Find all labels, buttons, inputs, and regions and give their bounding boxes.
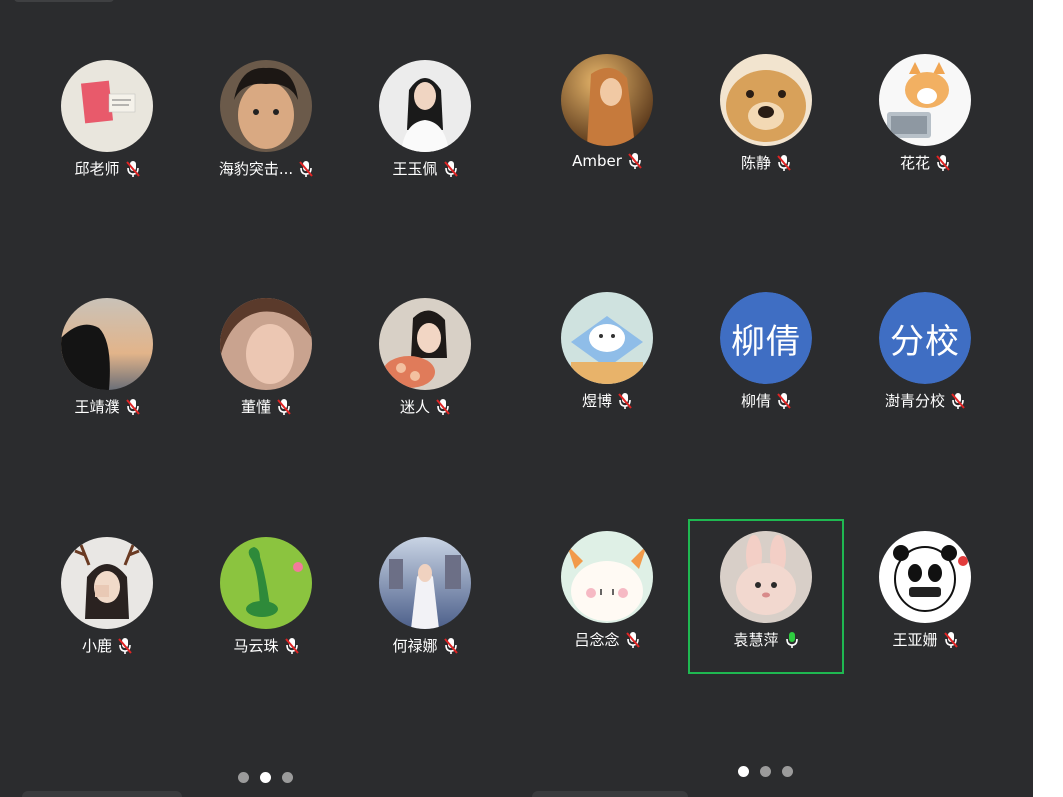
muted-mic-icon: [443, 160, 458, 178]
muted-mic-icon: [125, 398, 140, 416]
participant-tile[interactable]: 董懂: [186, 298, 346, 418]
participant-tile[interactable]: 何禄娜: [345, 537, 505, 657]
participant-name: 海豹突击...: [218, 160, 294, 178]
participant-tile[interactable]: 海豹突击...: [186, 60, 346, 180]
avatar: [220, 298, 312, 390]
avatar: [561, 292, 653, 384]
avatar: 分校: [879, 292, 971, 384]
page-dot[interactable]: [282, 772, 293, 783]
participant-name: 邱老师: [74, 160, 120, 178]
muted-mic-icon: [284, 637, 299, 655]
avatar: [379, 537, 471, 629]
avatar: [61, 298, 153, 390]
text-avatar: 柳倩: [720, 292, 812, 384]
bottom-bar-left: [22, 791, 182, 797]
page-dot-active[interactable]: [738, 766, 749, 777]
participant-tile[interactable]: 小鹿: [27, 537, 187, 657]
participant-tile[interactable]: 花花: [845, 54, 1005, 174]
participant-name: 小鹿: [81, 637, 112, 655]
participant-tile[interactable]: 邱老师: [27, 60, 187, 180]
participant-name: 王玉佩: [392, 160, 438, 178]
participant-tile[interactable]: 王靖濮: [27, 298, 187, 418]
muted-mic-icon: [443, 637, 458, 655]
avatar: [561, 531, 653, 623]
participant-name: 澍青分校: [884, 392, 945, 410]
page-dot-active[interactable]: [260, 772, 271, 783]
participant-tile[interactable]: 柳倩 柳倩: [686, 292, 846, 412]
participant-tile[interactable]: Amber: [527, 54, 687, 174]
participant-tile[interactable]: 陈静: [686, 54, 846, 174]
page-indicator-right[interactable]: [738, 766, 793, 777]
avatar: [379, 298, 471, 390]
avatar: [379, 60, 471, 152]
participant-name: 何禄娜: [392, 637, 438, 655]
muted-mic-icon: [951, 392, 965, 410]
active-speaker-highlight: [688, 519, 844, 674]
participant-grid: 邱老师 海豹突击... 王玉佩 王靖濮 董懂 迷人 小鹿 马云珠 何禄娜 Amb…: [0, 0, 1033, 797]
avatar: [720, 54, 812, 146]
avatar: [879, 531, 971, 623]
meeting-gallery-panel: 邱老师 海豹突击... 王玉佩 王靖濮 董懂 迷人 小鹿 马云珠 何禄娜 Amb…: [0, 0, 1033, 797]
participant-name: 王靖濮: [74, 398, 120, 416]
page-dot[interactable]: [238, 772, 249, 783]
avatar: [61, 60, 153, 152]
participant-name: 煜博: [581, 392, 612, 410]
page-indicator-left[interactable]: [238, 772, 293, 783]
page-dot[interactable]: [760, 766, 771, 777]
participant-tile[interactable]: 王玉佩: [345, 60, 505, 180]
participant-tile[interactable]: 分校 澍青分校: [845, 292, 1005, 412]
participant-name: 吕念念: [574, 631, 620, 649]
participant-tile[interactable]: 马云珠: [186, 537, 346, 657]
participant-tile[interactable]: 迷人: [345, 298, 505, 418]
muted-mic-icon: [125, 160, 140, 178]
muted-mic-icon: [777, 154, 791, 172]
participant-name: 马云珠: [233, 637, 279, 655]
text-avatar: 分校: [879, 292, 971, 384]
muted-mic-icon: [118, 637, 132, 655]
muted-mic-icon: [936, 154, 950, 172]
participant-name: 迷人: [399, 398, 430, 416]
participant-tile[interactable]: 煜博: [527, 292, 687, 412]
avatar: 柳倩: [720, 292, 812, 384]
muted-mic-icon: [436, 398, 450, 416]
participant-name: 花花: [899, 154, 930, 172]
avatar: [220, 537, 312, 629]
avatar: [61, 537, 153, 629]
muted-mic-icon: [299, 160, 313, 178]
participant-name: 柳倩: [740, 392, 771, 410]
muted-mic-icon: [943, 631, 958, 649]
participant-name: 董懂: [240, 398, 271, 416]
participant-name: 王亚姗: [892, 631, 938, 649]
avatar: [220, 60, 312, 152]
bottom-bar-right: [532, 791, 688, 797]
avatar: [561, 54, 653, 146]
muted-mic-icon: [777, 392, 791, 410]
participant-tile[interactable]: 王亚姗: [845, 531, 1005, 651]
participant-name: 陈静: [740, 154, 771, 172]
muted-mic-icon: [618, 392, 632, 410]
muted-mic-icon: [625, 631, 640, 649]
page-dot[interactable]: [782, 766, 793, 777]
participant-tile[interactable]: 吕念念: [527, 531, 687, 651]
avatar: [879, 54, 971, 146]
muted-mic-icon: [277, 398, 291, 416]
participant-name: Amber: [572, 152, 622, 170]
muted-mic-icon: [628, 152, 642, 170]
